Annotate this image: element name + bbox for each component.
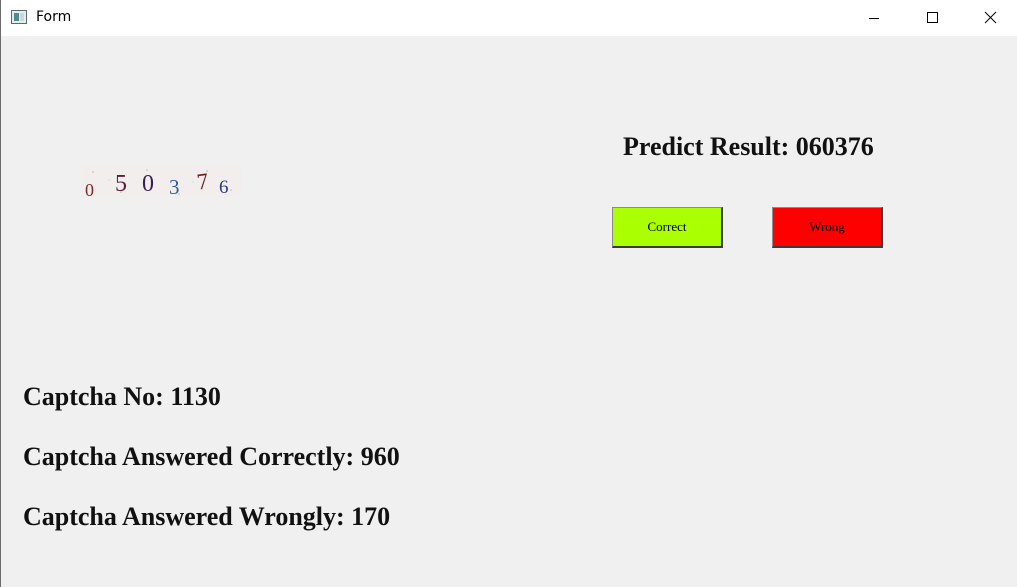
wrong-button[interactable]: Wrong bbox=[772, 207, 883, 248]
captcha-digit: 6 bbox=[219, 177, 229, 198]
form-window: Form 0 5 0 3 7 6 Predict Result: 060376 … bbox=[0, 0, 1017, 587]
captcha-digit: 3 bbox=[169, 175, 180, 199]
close-icon bbox=[984, 11, 997, 24]
window-title: Form bbox=[36, 9, 72, 25]
captcha-digit: 0 bbox=[142, 171, 154, 197]
captcha-answered-correctly: Captcha Answered Correctly: 960 bbox=[23, 442, 400, 471]
captcha-digit: 7 bbox=[195, 168, 211, 195]
captcha-digits: 0 5 0 3 7 6 bbox=[81, 166, 241, 200]
correct-button[interactable]: Correct bbox=[612, 207, 723, 248]
minimize-button[interactable] bbox=[845, 0, 903, 36]
title-bar[interactable]: Form bbox=[1, 0, 1017, 36]
maximize-button[interactable] bbox=[903, 0, 961, 36]
predict-result: Predict Result: 060376 bbox=[623, 132, 874, 161]
captcha-answered-wrongly: Captcha Answered Wrongly: 170 bbox=[23, 502, 391, 531]
captcha-image: 0 5 0 3 7 6 bbox=[81, 166, 241, 200]
captcha-digit: 0 bbox=[85, 180, 94, 200]
minimize-icon bbox=[869, 18, 879, 19]
captcha-digit: 5 bbox=[115, 171, 127, 197]
form-window-icon[interactable] bbox=[11, 10, 27, 24]
close-button[interactable] bbox=[961, 0, 1017, 36]
captcha-number: Captcha No: 1130 bbox=[23, 382, 221, 411]
icon-pane-right bbox=[20, 13, 24, 21]
icon-pane-left bbox=[14, 13, 19, 21]
maximize-icon bbox=[927, 12, 938, 23]
